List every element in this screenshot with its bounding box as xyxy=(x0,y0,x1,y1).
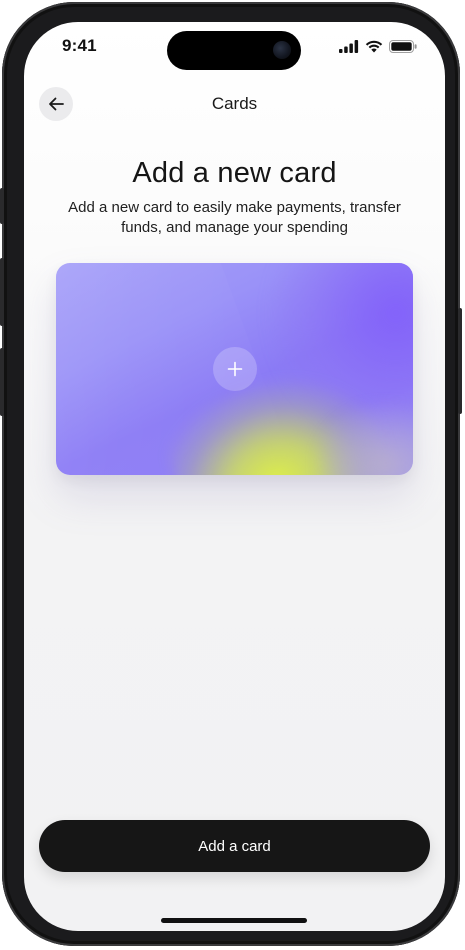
add-card-button-label: Add a card xyxy=(198,837,271,855)
home-indicator[interactable] xyxy=(161,918,307,923)
status-time: 9:41 xyxy=(62,36,97,55)
add-card-button[interactable]: Add a card xyxy=(39,820,430,872)
card-gradient-gray xyxy=(316,403,413,475)
card-placeholder[interactable] xyxy=(56,263,413,475)
cellular-signal-icon xyxy=(339,39,359,53)
status-icons xyxy=(339,38,417,54)
power-button xyxy=(458,308,462,414)
dynamic-island xyxy=(167,31,301,70)
page-title: Add a new card xyxy=(132,157,337,189)
nav-header: Cards xyxy=(24,82,445,126)
action-button xyxy=(0,188,4,224)
volume-down-button xyxy=(0,348,4,416)
page-subtitle: Add a new card to easily make payments, … xyxy=(68,199,401,236)
phone-frame: 9:41 Cards Add a new card Add a new card… xyxy=(0,2,462,946)
header-title: Cards xyxy=(211,94,258,113)
battery-icon xyxy=(389,39,417,53)
screen: 9:41 Cards Add a new card Add a new card… xyxy=(24,22,445,931)
wifi-icon xyxy=(365,40,383,52)
volume-up-button xyxy=(0,258,4,326)
status-bar: 9:41 xyxy=(24,22,445,72)
plus-icon xyxy=(227,361,243,377)
front-camera-icon xyxy=(273,41,291,59)
add-card-plus-button[interactable] xyxy=(213,347,257,391)
